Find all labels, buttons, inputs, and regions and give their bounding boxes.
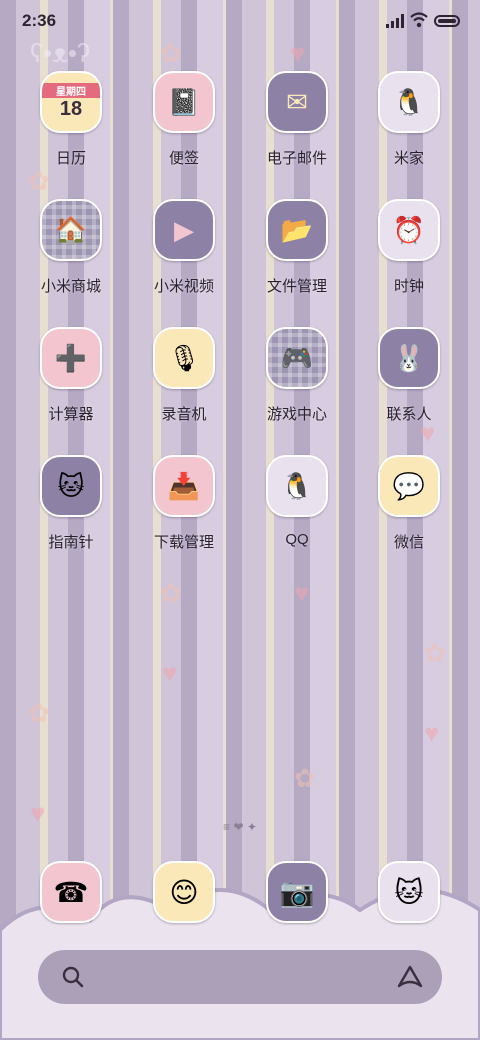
notes-icon: 📓 — [153, 71, 215, 133]
app-label: 便签 — [168, 150, 199, 167]
app-compass[interactable]: 🐱 指南针 — [21, 455, 121, 552]
wallpaper-heart: ♥ — [424, 718, 440, 748]
app-file-manager[interactable]: 📂 文件管理 — [247, 199, 347, 296]
app-mijia[interactable]: 🐧 米家 — [359, 71, 459, 168]
app-label: 微信 — [393, 534, 424, 551]
app-clock[interactable]: ⏰ 时钟 — [359, 199, 459, 296]
contacts-icon: 🐰 — [378, 327, 440, 389]
wallpaper-heart: ♥ — [162, 658, 178, 688]
calendar-weekday: 星期四 — [42, 83, 100, 98]
dock-browser[interactable]: 🐱 — [359, 861, 459, 923]
search-icon[interactable] — [60, 964, 86, 990]
app-mi-video[interactable]: ▶ 小米视频 — [134, 199, 234, 296]
app-email[interactable]: ✉ 电子邮件 — [247, 71, 347, 168]
app-label: 电子邮件 — [266, 150, 327, 167]
wallpaper-bunny: ʕ•ᴥ•ʔ — [30, 38, 90, 68]
messages-icon: 😊 — [153, 861, 215, 923]
signal-icon — [386, 14, 404, 28]
app-label: 时钟 — [393, 278, 424, 295]
calendar-date: 18 — [59, 98, 83, 120]
app-recorder[interactable]: 🎙 录音机 — [134, 327, 234, 424]
app-calendar[interactable]: 星期四 18 日历 — [21, 71, 121, 168]
camera-icon: 📷 — [266, 861, 328, 923]
app-label: 录音机 — [161, 406, 207, 423]
wallpaper-flower: ✿ — [28, 698, 50, 728]
app-label: 日历 — [55, 150, 86, 167]
wechat-icon: 💬 — [378, 455, 440, 517]
status-time: 2:36 — [22, 11, 57, 30]
clock-icon: ⏰ — [378, 199, 440, 261]
qq-icon: 🐧 — [266, 455, 328, 517]
app-game-center[interactable]: 🎮 游戏中心 — [247, 327, 347, 424]
app-downloads[interactable]: 📥 下载管理 — [134, 455, 234, 552]
mi-video-icon: ▶ — [153, 199, 215, 261]
app-label: 联系人 — [386, 406, 432, 423]
email-icon: ✉ — [266, 71, 328, 133]
calendar-icon: 星期四 18 — [40, 71, 102, 133]
app-label: 小米商城 — [40, 278, 101, 295]
app-label: 游戏中心 — [266, 406, 327, 423]
app-label: QQ — [285, 531, 309, 548]
compass-icon: 🐱 — [40, 455, 102, 517]
game-center-icon: 🎮 — [266, 327, 328, 389]
app-label: 计算器 — [48, 406, 94, 423]
app-wechat[interactable]: 💬 微信 — [359, 455, 459, 552]
wifi-icon — [410, 12, 428, 28]
status-bar: 2:36 — [0, 0, 480, 42]
dock-messages[interactable]: 😊 — [134, 861, 234, 923]
app-label: 指南针 — [48, 534, 94, 551]
calculator-icon: ➕ — [40, 327, 102, 389]
app-label: 下载管理 — [153, 534, 214, 551]
app-label: 文件管理 — [266, 278, 327, 295]
app-label: 小米视频 — [153, 278, 214, 295]
app-contacts[interactable]: 🐰 联系人 — [359, 327, 459, 424]
browser-icon: 🐱 — [378, 861, 440, 923]
battery-icon — [434, 15, 460, 27]
wallpaper-heart: ♥ — [290, 38, 306, 68]
wallpaper-flower: ✿ — [160, 578, 182, 608]
search-bar[interactable] — [38, 950, 442, 1004]
mijia-icon: 🐧 — [378, 71, 440, 133]
app-qq[interactable]: 🐧 QQ — [247, 455, 347, 548]
app-notes[interactable]: 📓 便签 — [134, 71, 234, 168]
dock-phone[interactable]: ☎ — [21, 861, 121, 923]
app-mi-store[interactable]: 🏠 小米商城 — [21, 199, 121, 296]
assistant-icon[interactable] — [396, 964, 424, 990]
mi-store-icon: 🏠 — [40, 199, 102, 261]
dock-camera[interactable]: 📷 — [247, 861, 347, 923]
wallpaper-flower: ✿ — [160, 38, 182, 68]
wallpaper-heart: ♥ — [294, 578, 310, 608]
wallpaper-flower: ✿ — [28, 166, 50, 196]
app-calculator[interactable]: ➕ 计算器 — [21, 327, 121, 424]
wallpaper-flower: ✿ — [424, 638, 446, 668]
file-manager-icon: 📂 — [266, 199, 328, 261]
recorder-icon: 🎙 — [153, 327, 215, 389]
downloads-icon: 📥 — [153, 455, 215, 517]
wallpaper-flower: ✿ — [294, 763, 316, 793]
phone-icon: ☎ — [40, 861, 102, 923]
app-label: 米家 — [393, 150, 424, 167]
page-indicator[interactable]: ≡ ❤ ✦ — [0, 820, 480, 834]
